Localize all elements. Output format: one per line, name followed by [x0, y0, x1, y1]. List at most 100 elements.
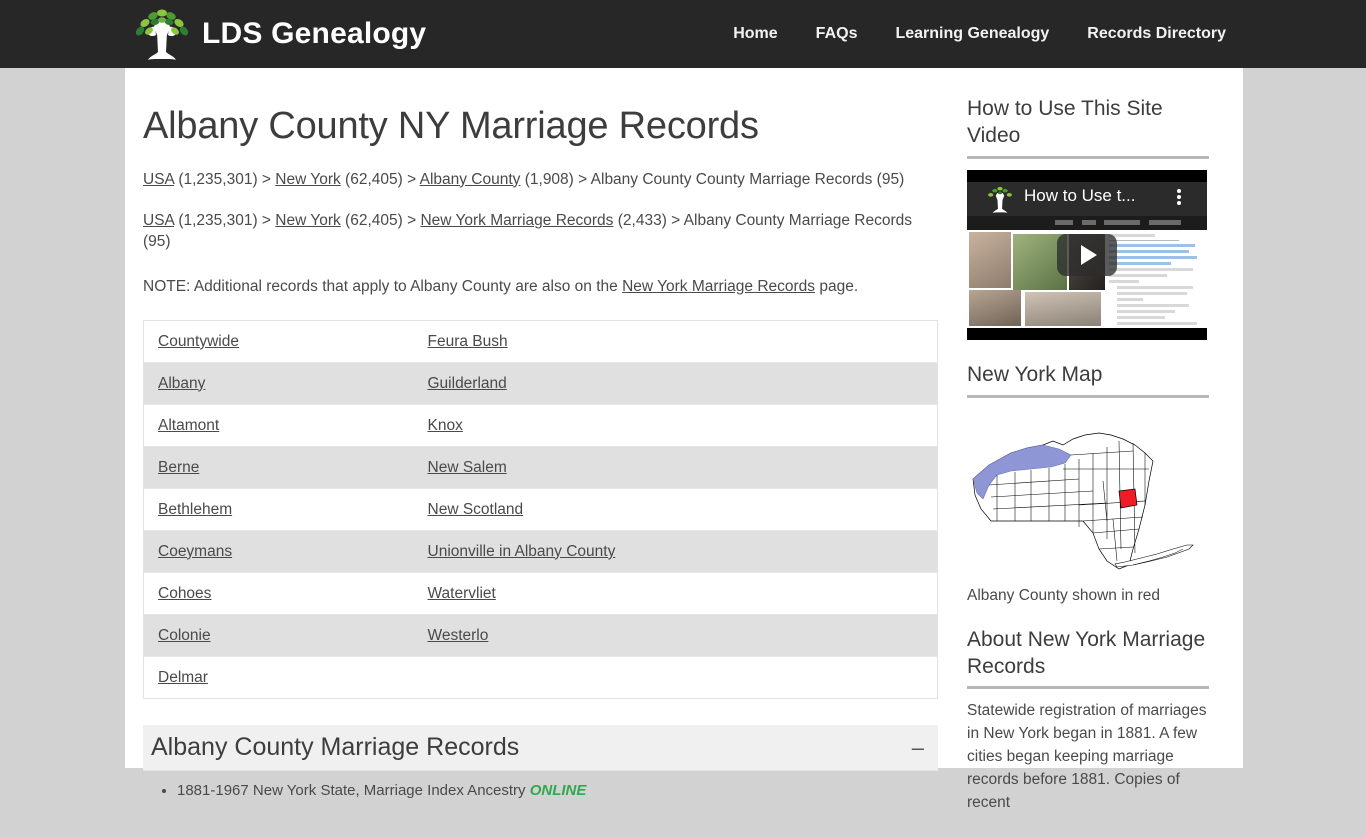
place-link[interactable]: Watervliet [428, 585, 496, 602]
table-cell-left: Colonie [143, 614, 414, 658]
breadcrumb-secondary: USA (1,235,301) > New York (62,405) > Ne… [143, 211, 943, 252]
highlighted-county [1118, 488, 1138, 509]
table-cell-left: Delmar [143, 656, 414, 699]
table-row: Colonie Westerlo [143, 614, 938, 658]
note-text: NOTE: Additional records that apply to A… [143, 276, 943, 298]
breadcrumb2-link-ny-marriage-records[interactable]: New York Marriage Records [420, 212, 613, 229]
table-row: Cohoes Watervliet [143, 572, 938, 616]
table-cell-left: Countywide [143, 320, 414, 364]
thumb-photo [969, 289, 1021, 326]
list-item: 1881-1967 New York State, Marriage Index… [177, 780, 938, 802]
records-list: 1881-1967 New York State, Marriage Index… [143, 771, 938, 802]
table-cell-right: Unionville in Albany County [413, 530, 938, 574]
table-cell-right: New Salem [413, 446, 938, 490]
thumb-photo [969, 231, 1011, 288]
breadcrumb-link-albany-county[interactable]: Albany County [420, 171, 521, 188]
sidebar-video-heading: How to Use This Site Video [967, 97, 1163, 147]
video-player[interactable]: How to Use t... [967, 169, 1207, 340]
video-thumb-header: How to Use t... [967, 181, 1207, 216]
site-header: LDS Genealogy Home FAQs Learning Genealo… [0, 0, 1366, 68]
video-overlay-title: How to Use t... [1024, 185, 1136, 205]
place-link[interactable]: New Salem [428, 459, 507, 476]
place-link[interactable]: Berne [158, 459, 199, 476]
breadcrumb2-count-ny-marriage-records: (2,433) > [613, 212, 684, 230]
records-panel: Albany County Marriage Records – 1881-19… [143, 725, 938, 802]
collapse-toggle-icon[interactable]: – [912, 736, 924, 759]
nav-item-records-directory[interactable]: Records Directory [1068, 25, 1245, 43]
places-table: Countywide Feura Bush Albany Guilderland… [143, 320, 938, 700]
breadcrumb-link-usa[interactable]: USA [143, 171, 174, 188]
place-link[interactable]: Knox [428, 417, 463, 434]
breadcrumb-link-new-york[interactable]: New York [275, 171, 340, 188]
table-cell-right: Guilderland [413, 362, 938, 406]
breadcrumb-count-albany-county: (1,908) > [520, 170, 591, 188]
nav-item-learning-genealogy[interactable]: Learning Genealogy [876, 25, 1068, 43]
breadcrumb-count-new-york: (62,405) > [340, 170, 420, 188]
table-row: Albany Guilderland [143, 362, 938, 406]
table-row: Altamont Knox [143, 404, 938, 448]
thumb-nav-item [1149, 219, 1181, 225]
nav-item-faqs[interactable]: FAQs [797, 25, 877, 43]
breadcrumb-primary: USA (1,235,301) > New York (62,405) > Al… [143, 170, 943, 191]
heading-divider [967, 686, 1209, 690]
breadcrumb-current-primary: Albany County County Marriage Records (9… [590, 170, 905, 188]
site-logo-text: LDS Genealogy [202, 17, 427, 50]
breadcrumb2-count-new-york: (62,405) > [340, 212, 421, 230]
records-panel-title: Albany County Marriage Records [151, 733, 520, 762]
table-row: Countywide Feura Bush [143, 320, 938, 364]
place-link[interactable]: Unionville in Albany County [428, 543, 616, 560]
place-link[interactable]: Countywide [158, 333, 239, 350]
place-link[interactable]: New Scotland [428, 501, 524, 518]
record-title[interactable]: 1881-1967 New York State, Marriage Index… [177, 782, 530, 799]
breadcrumb2-link-usa[interactable]: USA [143, 212, 174, 229]
thumb-nav-item [1055, 219, 1073, 225]
table-cell-right: Westerlo [413, 614, 938, 658]
records-panel-header[interactable]: Albany County Marriage Records – [143, 725, 938, 772]
breadcrumb2-count-usa: (1,235,301) > [174, 212, 276, 230]
place-link[interactable]: Albany [158, 375, 205, 392]
sidebar-about-block: About New York Marriage Records Statewid… [967, 627, 1209, 815]
breadcrumb-count-usa: (1,235,301) > [174, 170, 276, 188]
heading-divider [967, 155, 1209, 159]
new-york-county-map [972, 432, 1194, 570]
video-thumb-navbar [967, 215, 1207, 230]
table-cell-right: Knox [413, 404, 938, 448]
breadcrumb2-link-new-york[interactable]: New York [275, 212, 340, 229]
table-cell-left: Coeymans [143, 530, 414, 574]
table-row: Berne New Salem [143, 446, 938, 490]
video-thumbnail: How to Use t... [967, 181, 1207, 328]
place-link[interactable]: Westerlo [428, 627, 489, 644]
place-link[interactable]: Colonie [158, 627, 211, 644]
table-cell-right: Feura Bush [413, 320, 938, 364]
sidebar: How to Use This Site Video How to Use t.… [967, 96, 1209, 837]
place-link[interactable]: Guilderland [428, 375, 507, 392]
sidebar-video-block: How to Use This Site Video How to Use t.… [967, 96, 1209, 340]
note-link-ny-marriage-records[interactable]: New York Marriage Records [622, 278, 815, 295]
map-caption: Albany County shown in red [967, 586, 1161, 604]
thumb-text-lines [1109, 233, 1201, 328]
table-cell-right: Watervliet [413, 572, 938, 616]
play-icon[interactable] [1057, 233, 1117, 276]
nav-item-home[interactable]: Home [714, 25, 796, 43]
note-prefix: NOTE: Additional records that apply to A… [143, 277, 623, 295]
table-cell-left: Bethlehem [143, 488, 414, 532]
place-link[interactable]: Altamont [158, 417, 219, 434]
site-logo[interactable]: LDS Genealogy [131, 7, 426, 61]
page-title: Albany County NY Marriage Records [143, 105, 759, 147]
thumb-photo [1025, 291, 1101, 326]
place-link[interactable]: Bethlehem [158, 501, 232, 518]
place-link[interactable]: Coeymans [158, 543, 232, 560]
online-badge: ONLINE [529, 782, 587, 800]
video-menu-icon[interactable] [1177, 188, 1181, 205]
thumb-nav-item [1104, 219, 1140, 225]
page-container: Albany County NY Marriage Records USA (1… [125, 68, 1243, 811]
sidebar-map-block: New York Map Albany County shown in red [967, 362, 1209, 605]
place-link[interactable]: Cohoes [158, 585, 211, 602]
place-link[interactable]: Feura Bush [428, 333, 508, 350]
place-link[interactable]: Delmar [158, 669, 208, 686]
table-row: Bethlehem New Scotland [143, 488, 938, 532]
main-navigation: Home FAQs Learning Genealogy Records Dir… [714, 0, 1245, 68]
main-content: Albany County NY Marriage Records USA (1… [143, 68, 943, 802]
sidebar-about-text: Statewide registration of marriages in N… [967, 702, 1207, 812]
sidebar-map-heading: New York Map [967, 362, 1103, 386]
